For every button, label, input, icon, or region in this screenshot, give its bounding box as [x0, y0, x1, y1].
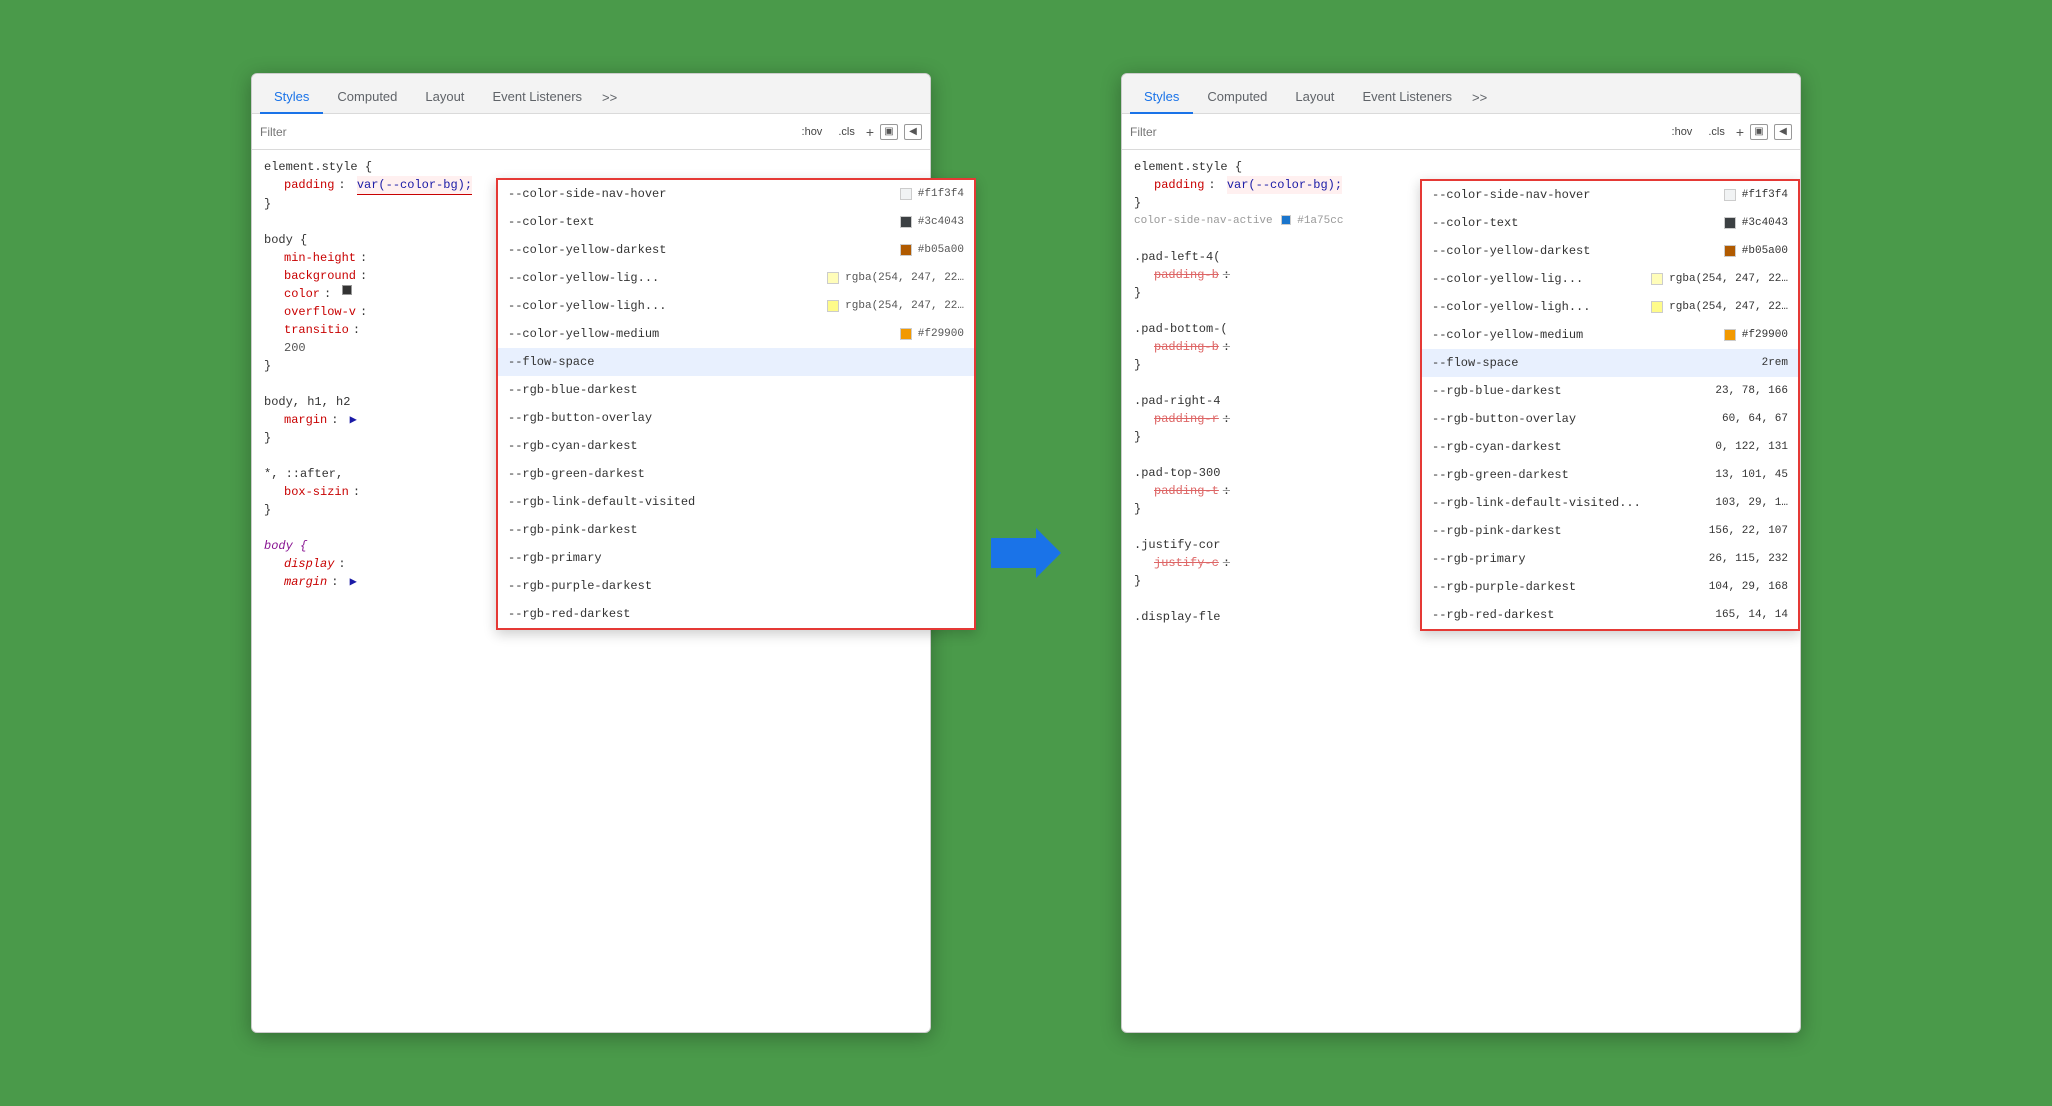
right-add-rule-icon[interactable]: +	[1736, 124, 1744, 140]
blue-arrow-icon	[991, 528, 1061, 578]
right-filter-input[interactable]	[1130, 125, 1661, 139]
autocomplete-item-right[interactable]: --rgb-pink-darkest 156, 22, 107	[1422, 517, 1798, 545]
autocomplete-item[interactable]: --color-yellow-ligh... rgba(254, 247, 22…	[498, 292, 931, 320]
right-autocomplete-dropdown: --color-side-nav-hover #f1f3f4 --color-t…	[1420, 179, 1800, 631]
tab-event-listeners-left[interactable]: Event Listeners	[478, 81, 596, 114]
left-tabs-bar: Styles Computed Layout Event Listeners >…	[252, 74, 930, 114]
left-add-rule-icon[interactable]: +	[866, 124, 874, 140]
autocomplete-item[interactable]: --color-side-nav-hover #f1f3f4	[498, 180, 931, 208]
left-panel-wrapper: Styles Computed Layout Event Listeners >…	[251, 73, 931, 1033]
left-filter-bar: :hov .cls + ▣ ◀	[252, 114, 930, 150]
css-block-element-style: element.style {	[264, 158, 918, 176]
autocomplete-item[interactable]: --color-yellow-lig... rgba(254, 247, 22…	[498, 264, 931, 292]
autocomplete-item[interactable]: --color-yellow-darkest #b05a00	[498, 236, 931, 264]
blue-arrow-container	[991, 528, 1061, 578]
left-hov-button[interactable]: :hov	[797, 123, 828, 141]
autocomplete-item[interactable]: --rgb-cyan-darkest	[498, 432, 931, 460]
autocomplete-item-right[interactable]: --rgb-cyan-darkest 0, 122, 131	[1422, 433, 1798, 461]
right-cls-button[interactable]: .cls	[1703, 123, 1730, 141]
autocomplete-item-right[interactable]: --rgb-link-default-visited... 103, 29, 1…	[1422, 489, 1798, 517]
right-toggle-icon[interactable]: ◀	[1774, 124, 1792, 140]
autocomplete-item-right[interactable]: --rgb-red-darkest 165, 14, 14	[1422, 601, 1798, 629]
tab-computed-right[interactable]: Computed	[1193, 81, 1281, 114]
left-inspect-icon[interactable]: ▣	[880, 124, 898, 140]
left-devtools-panel: Styles Computed Layout Event Listeners >…	[251, 73, 931, 1033]
autocomplete-item[interactable]: --rgb-purple-darkest	[498, 572, 931, 600]
right-panel-wrapper: Styles Computed Layout Event Listeners >…	[1121, 73, 1801, 1033]
autocomplete-item[interactable]: --rgb-pink-darkest	[498, 516, 931, 544]
autocomplete-item-right[interactable]: --rgb-green-darkest 13, 101, 45	[1422, 461, 1798, 489]
autocomplete-item-right[interactable]: --rgb-button-overlay 60, 64, 67	[1422, 405, 1798, 433]
right-tabs-bar: Styles Computed Layout Event Listeners >…	[1122, 74, 1800, 114]
left-cls-button[interactable]: .cls	[833, 123, 860, 141]
autocomplete-item[interactable]: --rgb-button-overlay	[498, 404, 931, 432]
autocomplete-item-right[interactable]: --color-yellow-darkest #b05a00	[1422, 237, 1798, 265]
autocomplete-item[interactable]: --rgb-blue-darkest	[498, 376, 931, 404]
tab-layout-right[interactable]: Layout	[1281, 81, 1348, 114]
right-devtools-panel: Styles Computed Layout Event Listeners >…	[1121, 73, 1801, 1033]
right-hov-button[interactable]: :hov	[1667, 123, 1698, 141]
tab-more-right[interactable]: >>	[1466, 82, 1493, 113]
autocomplete-item-right[interactable]: --rgb-purple-darkest 104, 29, 168	[1422, 573, 1798, 601]
swatch-yellow-medium	[900, 328, 912, 340]
autocomplete-item-right[interactable]: --color-yellow-ligh... rgba(254, 247, 22…	[1422, 293, 1798, 321]
right-filter-bar: :hov .cls + ▣ ◀	[1122, 114, 1800, 150]
tab-styles-right[interactable]: Styles	[1130, 81, 1193, 114]
autocomplete-item-right[interactable]: --color-text #3c4043	[1422, 209, 1798, 237]
tab-more-left[interactable]: >>	[596, 82, 623, 113]
autocomplete-item[interactable]: --rgb-green-darkest	[498, 460, 931, 488]
autocomplete-item[interactable]: --rgb-primary	[498, 544, 931, 572]
tab-styles-left[interactable]: Styles	[260, 81, 323, 114]
right-inspect-icon[interactable]: ▣	[1750, 124, 1768, 140]
tab-layout-left[interactable]: Layout	[411, 81, 478, 114]
tab-computed-left[interactable]: Computed	[323, 81, 411, 114]
tab-event-listeners-right[interactable]: Event Listeners	[1348, 81, 1466, 114]
autocomplete-item-right[interactable]: --rgb-primary 26, 115, 232	[1422, 545, 1798, 573]
left-filter-input[interactable]	[260, 125, 791, 139]
swatch-nav-hover	[900, 188, 912, 200]
left-toggle-icon[interactable]: ◀	[904, 124, 922, 140]
autocomplete-item-right[interactable]: --color-yellow-lig... rgba(254, 247, 22…	[1422, 265, 1798, 293]
autocomplete-item-right-selected[interactable]: --flow-space 2rem	[1422, 349, 1798, 377]
left-autocomplete-dropdown: --color-side-nav-hover #f1f3f4 --color-t…	[496, 178, 931, 630]
autocomplete-item[interactable]: --color-text #3c4043	[498, 208, 931, 236]
swatch-yellow-ligh	[827, 300, 839, 312]
autocomplete-item[interactable]: --rgb-link-default-visited	[498, 488, 931, 516]
autocomplete-item[interactable]: --color-yellow-medium #f29900	[498, 320, 931, 348]
color-swatch-body	[342, 285, 352, 295]
autocomplete-item-right[interactable]: --color-yellow-medium #f29900	[1422, 321, 1798, 349]
autocomplete-item-right[interactable]: --color-side-nav-hover #f1f3f4	[1422, 181, 1798, 209]
autocomplete-item[interactable]: --rgb-red-darkest	[498, 600, 931, 628]
autocomplete-item-selected[interactable]: --flow-space	[498, 348, 931, 376]
swatch-yellow-lig	[827, 272, 839, 284]
swatch-text	[900, 216, 912, 228]
autocomplete-item-right[interactable]: --rgb-blue-darkest 23, 78, 166	[1422, 377, 1798, 405]
swatch-yellow-darkest	[900, 244, 912, 256]
